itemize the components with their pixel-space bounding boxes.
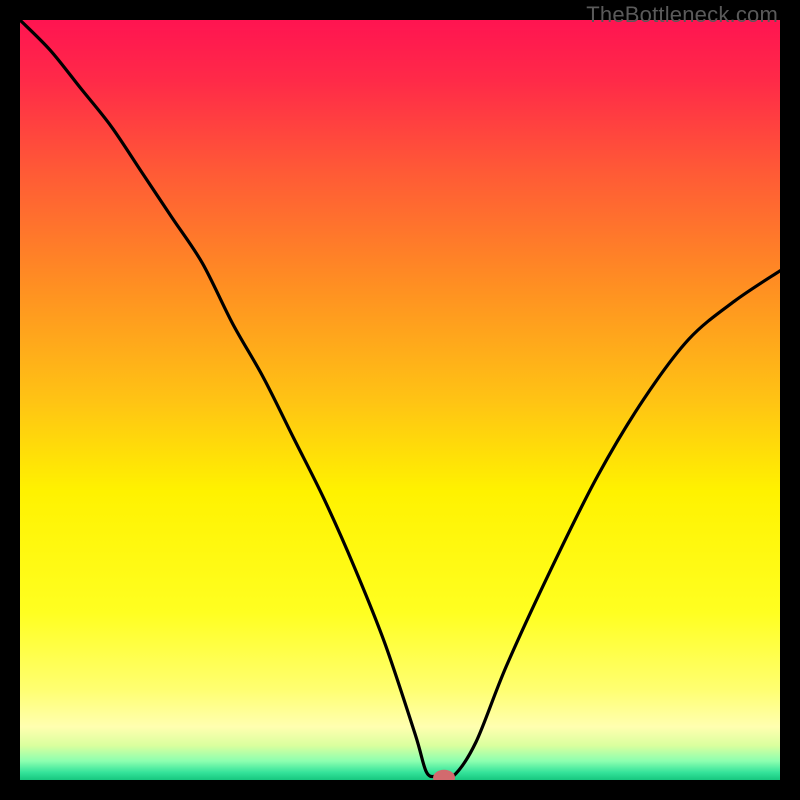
gradient-background: [20, 20, 780, 780]
bottleneck-chart: [20, 20, 780, 780]
watermark-text: TheBottleneck.com: [586, 2, 778, 28]
